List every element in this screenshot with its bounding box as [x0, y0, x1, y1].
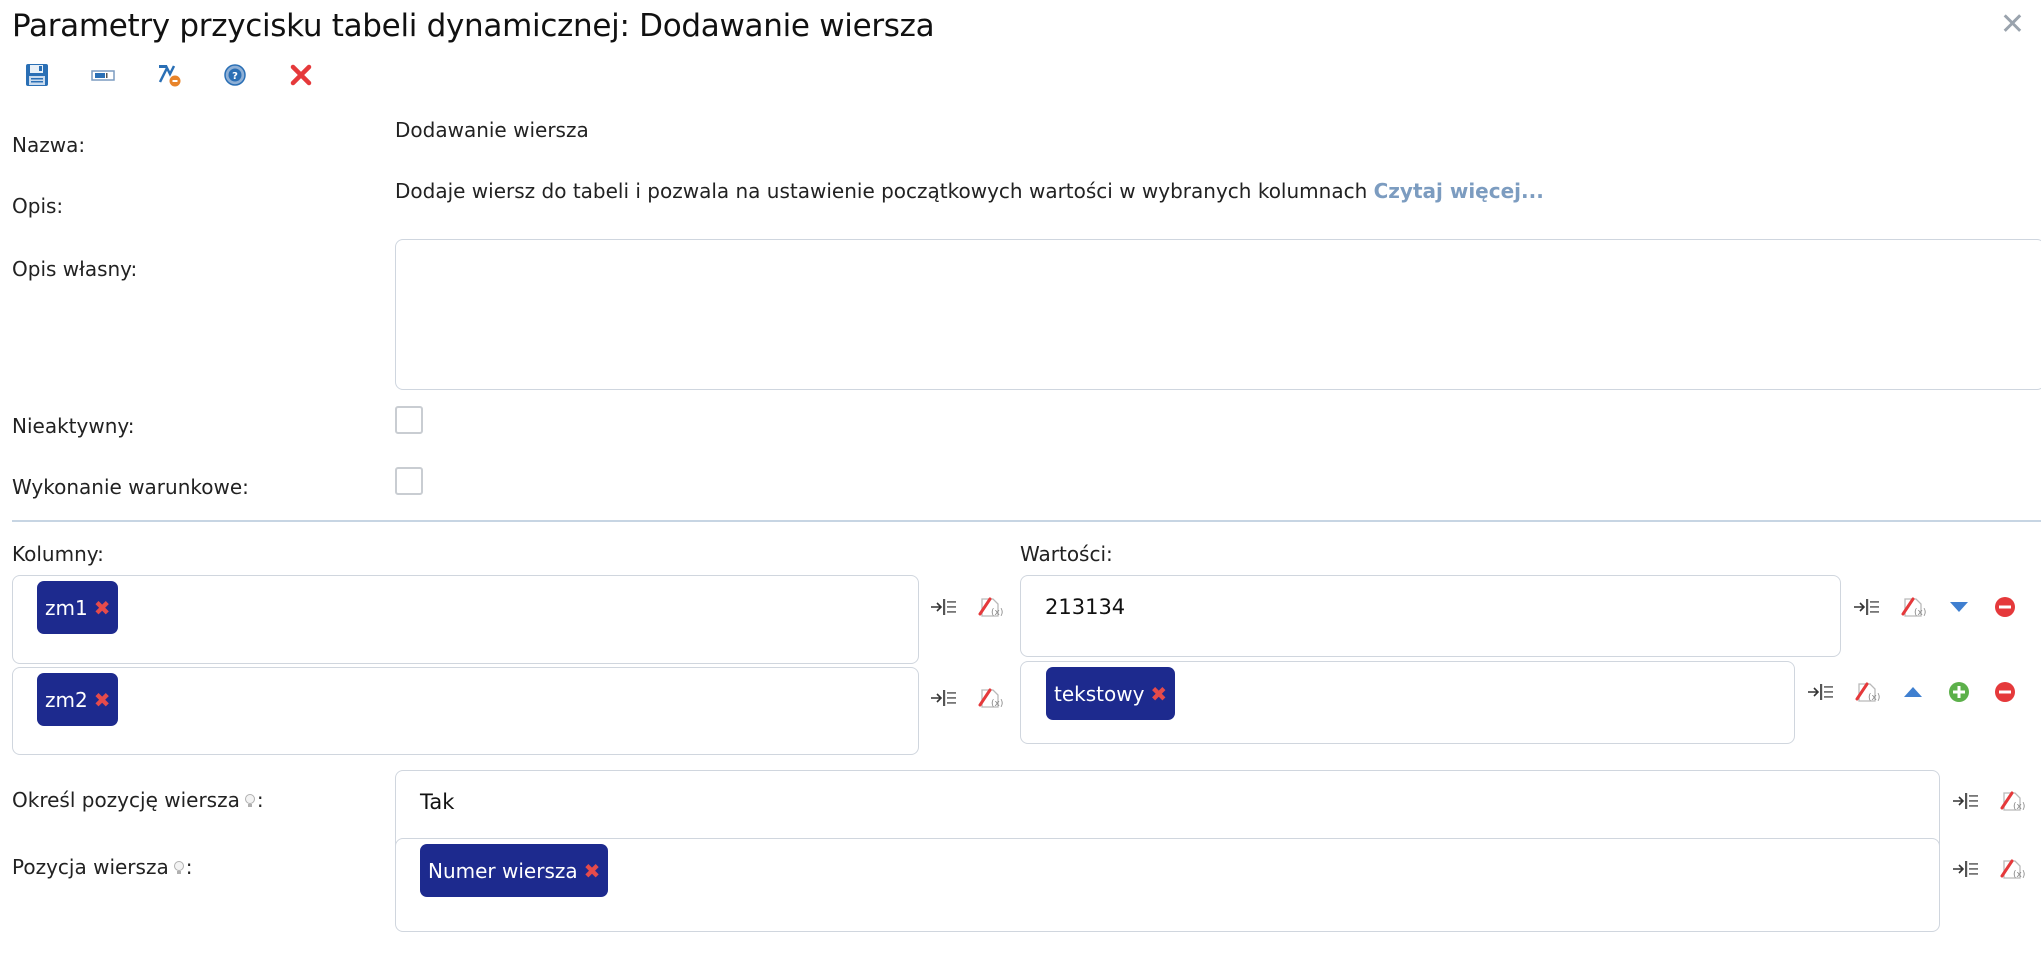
position-tag: Numer wiersza ✖ [420, 844, 609, 897]
position-label-text: Pozycja wiersza [12, 855, 169, 879]
position-label: Pozycja wiersza: [12, 855, 192, 879]
function-icon[interactable]: (x) [1997, 786, 2027, 816]
description-value: Dodaje wiersz do tabeli i pozwala na ust… [395, 179, 1544, 203]
function-icon[interactable]: (x) [1997, 854, 2027, 884]
svg-text:?: ? [232, 71, 238, 82]
position-tag-label: Numer wiersza [428, 858, 578, 883]
column-tag: zm1 ✖ [37, 581, 119, 634]
position-mode-label: Określ pozycję wiersza: [12, 788, 264, 812]
name-value: Dodawanie wiersza [395, 118, 589, 142]
svg-text:(x): (x) [2013, 802, 2025, 812]
lightbulb-icon[interactable] [173, 861, 185, 876]
insert-field-icon[interactable] [929, 683, 959, 713]
save-icon[interactable] [22, 60, 52, 90]
help-icon[interactable]: ? [220, 60, 250, 90]
close-icon[interactable]: ✕ [2000, 10, 2025, 40]
insert-field-icon[interactable] [1852, 592, 1882, 622]
insert-field-icon[interactable] [1951, 854, 1981, 884]
dialog-title: Parametry przycisku tabeli dynamicznej: … [12, 8, 935, 44]
custom-description-label: Opis własny: [12, 257, 138, 281]
column-field-2[interactable]: zm2 ✖ [12, 667, 919, 755]
test-icon[interactable] [154, 60, 184, 90]
function-icon[interactable]: (x) [1852, 677, 1882, 707]
remove-row-icon[interactable] [1990, 592, 2020, 622]
move-up-icon[interactable] [1898, 677, 1928, 707]
value-text: 213134 [1045, 595, 1126, 619]
remove-tag-icon[interactable]: ✖ [94, 596, 111, 620]
insert-field-icon[interactable] [1951, 786, 1981, 816]
value-field-2[interactable]: tekstowy ✖ [1020, 661, 1795, 744]
conditional-execution-checkbox[interactable] [395, 467, 423, 495]
svg-text:(x): (x) [1914, 608, 1926, 618]
position-mode-value: Tak [420, 790, 455, 814]
position-field[interactable]: Numer wiersza ✖ [395, 838, 1940, 932]
position-label-colon: : [185, 855, 193, 879]
function-icon[interactable]: (x) [975, 683, 1005, 713]
svg-text:(x): (x) [1868, 693, 1880, 703]
dialog: Parametry przycisku tabeli dynamicznej: … [0, 0, 2041, 954]
section-divider [12, 520, 2041, 522]
svg-text:(x): (x) [991, 699, 1003, 709]
value-tag-label: tekstowy [1054, 681, 1145, 706]
insert-field-icon[interactable] [1806, 677, 1836, 707]
column-tag-label: zm1 [45, 595, 88, 620]
columns-label: Kolumny: [12, 542, 104, 566]
move-down-icon[interactable] [1944, 592, 1974, 622]
position-mode-label-text: Określ pozycję wiersza [12, 788, 240, 812]
column-tag: zm2 ✖ [37, 673, 119, 726]
function-icon[interactable]: (x) [975, 592, 1005, 622]
column-field-1[interactable]: zm1 ✖ [12, 575, 919, 664]
form-field-icon[interactable] [88, 60, 118, 90]
custom-description-input[interactable] [395, 239, 2041, 390]
svg-text:(x): (x) [2013, 870, 2025, 880]
remove-tag-icon[interactable]: ✖ [1150, 682, 1167, 706]
read-more-link[interactable]: Czytaj więcej... [1374, 179, 1544, 203]
insert-field-icon[interactable] [929, 592, 959, 622]
inactive-label: Nieaktywny: [12, 414, 135, 438]
conditional-execution-label: Wykonanie warunkowe: [12, 475, 249, 499]
lightbulb-icon[interactable] [244, 794, 256, 809]
cancel-icon[interactable] [286, 60, 316, 90]
function-icon[interactable]: (x) [1898, 592, 1928, 622]
svg-text:(x): (x) [991, 608, 1003, 618]
description-text: Dodaje wiersz do tabeli i pozwala na ust… [395, 179, 1368, 203]
inactive-checkbox[interactable] [395, 406, 423, 434]
description-label: Opis: [12, 194, 64, 218]
column-tag-label: zm2 [45, 687, 88, 712]
value-field-1[interactable]: 213134 [1020, 575, 1841, 657]
position-mode-label-colon: : [256, 788, 264, 812]
add-row-icon[interactable] [1944, 677, 1974, 707]
name-label: Nazwa: [12, 133, 86, 157]
remove-tag-icon[interactable]: ✖ [584, 859, 601, 883]
values-label: Wartości: [1020, 542, 1113, 566]
value-tag: tekstowy ✖ [1046, 667, 1176, 720]
remove-tag-icon[interactable]: ✖ [94, 688, 111, 712]
remove-row-icon[interactable] [1990, 677, 2020, 707]
